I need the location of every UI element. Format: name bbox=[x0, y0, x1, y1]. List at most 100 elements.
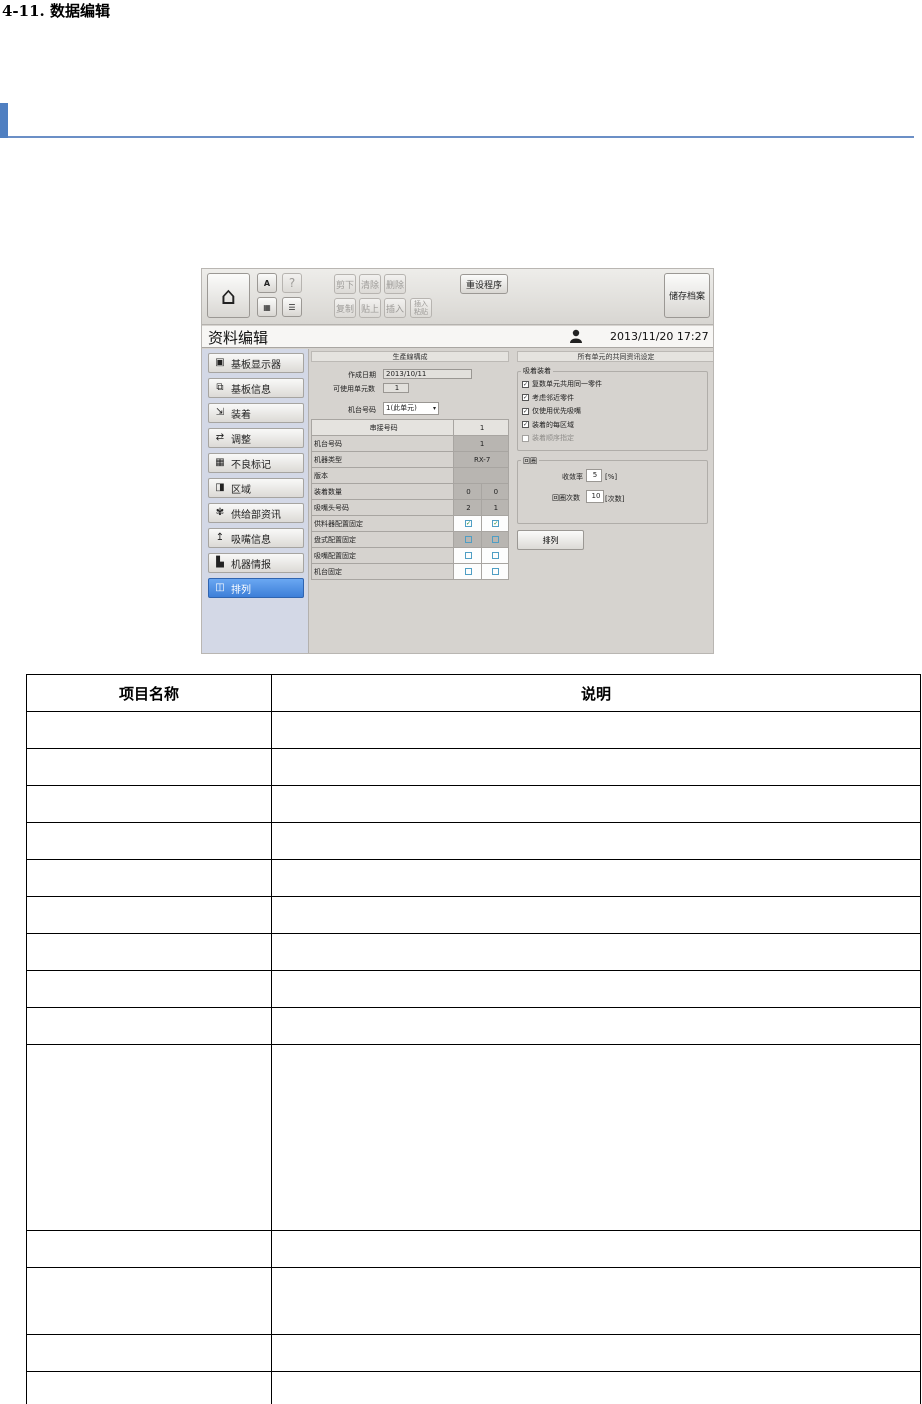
sidebar-item[interactable]: ▣ 基板显示器 bbox=[208, 353, 304, 373]
grid-cell: 1 bbox=[480, 499, 510, 516]
sidebar-item-label: 基板信息 bbox=[231, 384, 271, 396]
unchecked-box-icon[interactable] bbox=[464, 536, 472, 543]
grid-check-cell: ✓ bbox=[453, 515, 482, 532]
table-cell-description bbox=[271, 1230, 921, 1268]
sidebar-item[interactable]: ⇄ 调整 bbox=[208, 428, 304, 448]
clear-button[interactable]: 清除 bbox=[359, 274, 381, 294]
help-button[interactable]: ? bbox=[282, 273, 302, 293]
user-icon bbox=[570, 329, 582, 343]
machine-no-label: 机台号码 bbox=[348, 406, 376, 414]
table-cell-description bbox=[271, 711, 921, 749]
grid-check-cell bbox=[480, 531, 510, 548]
table-row: 吸嘴配置固定 bbox=[310, 547, 510, 564]
table-cell-item-name bbox=[26, 1334, 272, 1372]
unchecked-box-icon[interactable] bbox=[464, 568, 472, 575]
dropdown-arrow-icon: ▾ bbox=[432, 405, 436, 412]
created-date-label: 作成日期 bbox=[348, 371, 376, 379]
keyboard-button[interactable]: A bbox=[257, 273, 277, 293]
checked-box-icon: ✓ bbox=[522, 394, 529, 401]
unchecked-box-icon[interactable] bbox=[492, 552, 500, 559]
sidebar-item[interactable]: ▦ 不良标记 bbox=[208, 453, 304, 473]
table-cell-description bbox=[271, 748, 921, 786]
machine-no-select[interactable]: 1(此单元) ▾ bbox=[383, 402, 439, 415]
unchecked-box-icon[interactable] bbox=[464, 552, 472, 559]
grid-cell: 0 bbox=[453, 483, 482, 500]
usable-units-field: 1 bbox=[383, 383, 409, 393]
loop-count-input[interactable]: 10 bbox=[586, 490, 604, 503]
arrange-button[interactable]: 排列 bbox=[517, 530, 584, 550]
cut-button[interactable]: 剪下 bbox=[334, 274, 356, 294]
table-row: 机器类型 RX-7 bbox=[310, 451, 509, 468]
table-row bbox=[26, 711, 921, 749]
table-row bbox=[26, 1334, 921, 1372]
grid-row-label: 供料器配置固定 bbox=[310, 515, 455, 532]
paste-button[interactable]: 贴上 bbox=[359, 298, 381, 318]
table-row bbox=[26, 1007, 921, 1045]
table-cell-item-name bbox=[26, 748, 272, 786]
machine-info-icon: ▙ bbox=[216, 557, 224, 568]
sidebar: ▣ 基板显示器 ⧉ 基板信息 ⇲ 装着 ⇄ 调整 ▦ 不良标记 ◨ 区域 ✾ 供给部资讯 ↥ 吸嘴信息 ▙ 机器情… bbox=[202, 349, 309, 653]
unchecked-box-icon bbox=[522, 434, 529, 442]
table-row bbox=[26, 970, 921, 1008]
grid-row-label: 吸嘴头号码 bbox=[310, 499, 455, 516]
unchecked-box-icon[interactable] bbox=[492, 536, 500, 543]
checked-box-icon[interactable]: ✓ bbox=[492, 520, 500, 527]
table-cell-item-name bbox=[26, 933, 272, 971]
table-cell-description bbox=[271, 1334, 921, 1372]
board-display-icon: ▣ bbox=[215, 357, 225, 368]
checked-box-icon: ✓ bbox=[522, 380, 529, 388]
board-info-icon: ⧉ bbox=[216, 382, 224, 393]
checked-box-icon[interactable]: ✓ bbox=[464, 520, 472, 527]
pickup-option[interactable]: ✓ 装着的每区域 bbox=[522, 420, 574, 430]
sidebar-item[interactable]: ✾ 供给部资讯 bbox=[208, 503, 304, 523]
table-row bbox=[26, 822, 921, 860]
pickup-option[interactable]: ✓ 考虑邻近零件 bbox=[522, 393, 574, 403]
feeder-info-icon: ✾ bbox=[215, 507, 225, 518]
sidebar-item[interactable]: ◫ 排列 bbox=[208, 578, 304, 598]
sidebar-item[interactable]: ↥ 吸嘴信息 bbox=[208, 528, 304, 548]
pickup-option-label: 仅使用优先吸嘴 bbox=[532, 407, 581, 415]
grid-check-cell bbox=[480, 563, 510, 580]
insert-paste-button[interactable]: 插入粘贴 bbox=[410, 298, 432, 318]
section-divider bbox=[0, 103, 914, 138]
table-cell-item-name bbox=[26, 785, 272, 823]
toolbar: ⌂ A ? ▦ ☰ 剪下 清除 删除 复制 贴上 插入 插入粘贴 重设程序 储存… bbox=[202, 269, 713, 325]
reset-program-button[interactable]: 重设程序 bbox=[460, 274, 508, 294]
table-cell-item-name bbox=[26, 1007, 272, 1045]
sidebar-item[interactable]: ▙ 机器情报 bbox=[208, 553, 304, 573]
pickup-option-label: 考虑邻近零件 bbox=[532, 393, 574, 402]
table-cell-item-name bbox=[26, 1371, 272, 1404]
table-cell-item-name bbox=[26, 1267, 272, 1335]
grid-cell: 0 bbox=[480, 483, 510, 500]
arrange-icon: ◫ bbox=[215, 582, 225, 593]
grid-cell: 2 bbox=[453, 499, 482, 516]
delete-button[interactable]: 删除 bbox=[384, 274, 406, 294]
pickup-group-title: 吸着装着 bbox=[521, 366, 553, 376]
table-cell-item-name bbox=[26, 859, 272, 897]
sidebar-item-label: 供给部资讯 bbox=[231, 509, 281, 521]
grid-check-cell bbox=[453, 531, 482, 548]
save-file-button[interactable]: 储存档案 bbox=[664, 273, 710, 318]
sidebar-item[interactable]: ⇲ 装着 bbox=[208, 403, 304, 423]
layout-button[interactable]: ☰ bbox=[282, 297, 302, 317]
sidebar-item[interactable]: ⧉ 基板信息 bbox=[208, 378, 304, 398]
sidebar-item[interactable]: ◨ 区域 bbox=[208, 478, 304, 498]
language-button[interactable]: ▦ bbox=[257, 297, 277, 317]
doc-heading: 4-11. 数据编辑 bbox=[2, 2, 110, 20]
home-button[interactable]: ⌂ bbox=[207, 273, 250, 318]
loop-group bbox=[517, 460, 708, 524]
copy-button[interactable]: 复制 bbox=[334, 298, 356, 318]
insert-button[interactable]: 插入 bbox=[384, 298, 406, 318]
grid-cell bbox=[453, 467, 509, 484]
convergence-input[interactable]: 5 bbox=[586, 469, 602, 482]
pickup-option[interactable]: ✓ 复数单元共用同一零件 bbox=[522, 379, 602, 389]
grid-row-label: 串接号码 bbox=[310, 419, 455, 436]
unchecked-box-icon[interactable] bbox=[492, 568, 500, 575]
screen-titlebar: 资料编辑 2013/11/20 17:27 bbox=[202, 326, 713, 348]
sidebar-item-label: 排列 bbox=[231, 584, 251, 596]
production-line-header: 生產線構成 bbox=[311, 351, 509, 362]
table-cell-description bbox=[271, 859, 921, 897]
pickup-option[interactable]: ✓ 仅使用优先吸嘴 bbox=[522, 406, 581, 416]
table-row: 吸嘴头号码 2 1 bbox=[310, 499, 510, 516]
table-header-row: 项目名称 说明 bbox=[26, 674, 921, 712]
